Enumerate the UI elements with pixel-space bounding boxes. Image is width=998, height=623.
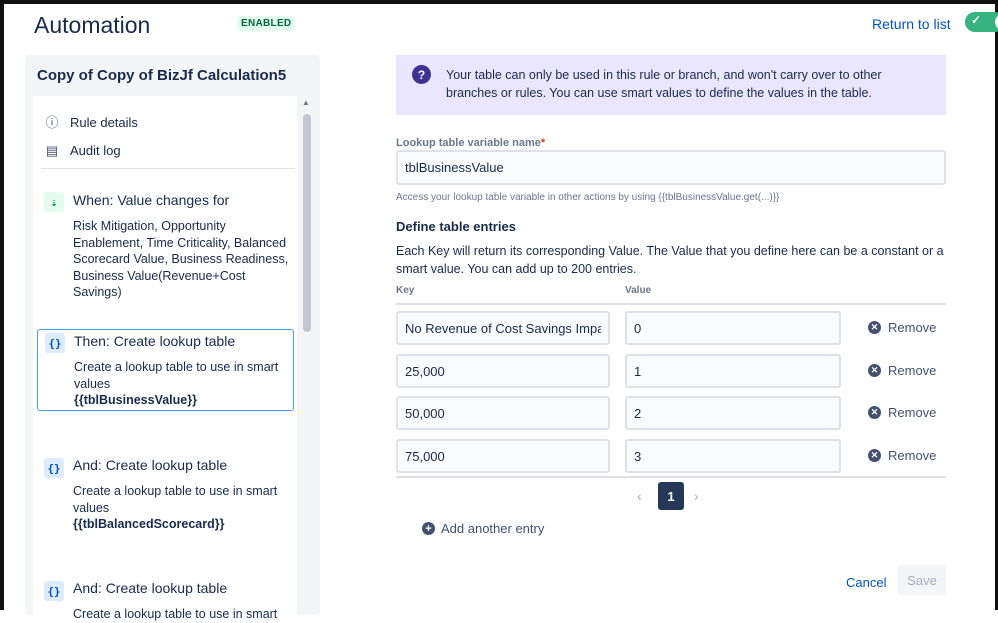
value-input[interactable] <box>625 354 841 388</box>
braces-icon: {} <box>44 581 64 601</box>
key-column-header: Key <box>396 285 415 296</box>
trigger-icon: ⇣ <box>44 192 64 212</box>
variable-name-help: Access your lookup table variable in oth… <box>396 192 780 203</box>
value-input[interactable] <box>625 311 841 345</box>
key-input[interactable] <box>396 311 610 345</box>
table-entries-heading: Define table entries <box>396 219 516 234</box>
key-input[interactable] <box>396 439 610 473</box>
chevron-left-icon[interactable]: ‹ <box>637 488 642 504</box>
value-column-header: Value <box>625 285 652 296</box>
action-step-card-selected[interactable]: {} Then: Create lookup table Create a lo… <box>37 329 294 411</box>
key-input[interactable] <box>396 354 610 388</box>
step-variable: {{tblBalancedScorecard}} <box>73 517 225 531</box>
step-title: When: Value changes for <box>73 192 230 208</box>
braces-icon: {} <box>45 333 65 353</box>
plus-icon: + <box>422 522 435 535</box>
variable-name-label: Lookup table variable name* <box>396 137 546 149</box>
close-icon: ✕ <box>868 321 881 334</box>
step-variable: {{tblBusinessValue}} <box>74 393 197 407</box>
add-entry-button[interactable]: + Add another entry <box>422 521 544 536</box>
cancel-button[interactable]: Cancel <box>840 568 892 596</box>
step-description: Create a lookup table to use in smart va… <box>73 483 293 533</box>
page-button-current[interactable]: 1 <box>658 482 684 510</box>
info-icon: ⓘ <box>45 115 59 130</box>
action-step-card[interactable]: {} And: Create lookup table Create a loo… <box>37 577 294 621</box>
sidebar-divider <box>41 168 295 169</box>
step-description: Risk Mitigation, Opportunity Enablement,… <box>73 219 289 299</box>
trigger-step-card[interactable]: ⇣ When: Value changes for Risk Mitigatio… <box>37 187 294 299</box>
table-divider <box>396 476 946 478</box>
step-title: And: Create lookup table <box>73 457 228 473</box>
check-icon: ✓ <box>971 13 982 27</box>
remove-entry-button[interactable]: ✕ Remove <box>868 405 936 420</box>
rule-enabled-toggle[interactable]: ✓ <box>965 12 998 32</box>
rule-name: Copy of Copy of BizJf Calculation5 <box>37 67 287 84</box>
document-icon: ▤ <box>45 143 59 158</box>
chevron-right-icon[interactable]: › <box>694 488 699 504</box>
save-button[interactable]: Save <box>898 565 946 595</box>
action-step-card[interactable]: {} And: Create lookup table Create a loo… <box>37 454 294 536</box>
step-description: Create a lookup table to use in smart va… <box>74 359 294 409</box>
remove-entry-button[interactable]: ✕ Remove <box>868 363 936 378</box>
sidebar-scrollbar[interactable]: ▲ <box>300 96 314 614</box>
step-description: Create a lookup table to use in smart <box>73 607 278 621</box>
close-icon: ✕ <box>868 364 881 377</box>
scroll-up-icon[interactable]: ▲ <box>302 98 310 107</box>
remove-entry-button[interactable]: ✕ Remove <box>868 448 936 463</box>
value-input[interactable] <box>625 396 841 430</box>
status-badge: ENABLED <box>237 16 296 31</box>
scrollbar-thumb[interactable] <box>303 114 311 332</box>
sidebar-item-audit-log[interactable]: ▤ Audit log <box>45 143 121 159</box>
sidebar-item-label: Audit log <box>70 143 121 158</box>
remove-entry-button[interactable]: ✕ Remove <box>868 320 936 335</box>
page-title: Automation <box>34 12 151 38</box>
close-icon: ✕ <box>868 449 881 462</box>
table-divider <box>396 303 946 305</box>
variable-name-input[interactable] <box>396 150 946 185</box>
step-title: And: Create lookup table <box>73 580 228 596</box>
step-title: Then: Create lookup table <box>74 333 236 349</box>
return-to-list-link[interactable]: Return to list <box>872 16 951 32</box>
value-input[interactable] <box>625 439 841 473</box>
required-mark: * <box>540 137 546 149</box>
sidebar-item-label: Rule details <box>70 115 138 130</box>
braces-icon: {} <box>44 458 64 478</box>
key-input[interactable] <box>396 396 610 430</box>
sidebar-item-rule-details[interactable]: ⓘ Rule details <box>45 112 138 131</box>
table-entries-description: Each Key will return its corresponding V… <box>396 244 944 276</box>
close-icon: ✕ <box>868 406 881 419</box>
info-message-text: Your table can only be used in this rule… <box>446 68 882 100</box>
question-icon: ? <box>412 65 431 84</box>
